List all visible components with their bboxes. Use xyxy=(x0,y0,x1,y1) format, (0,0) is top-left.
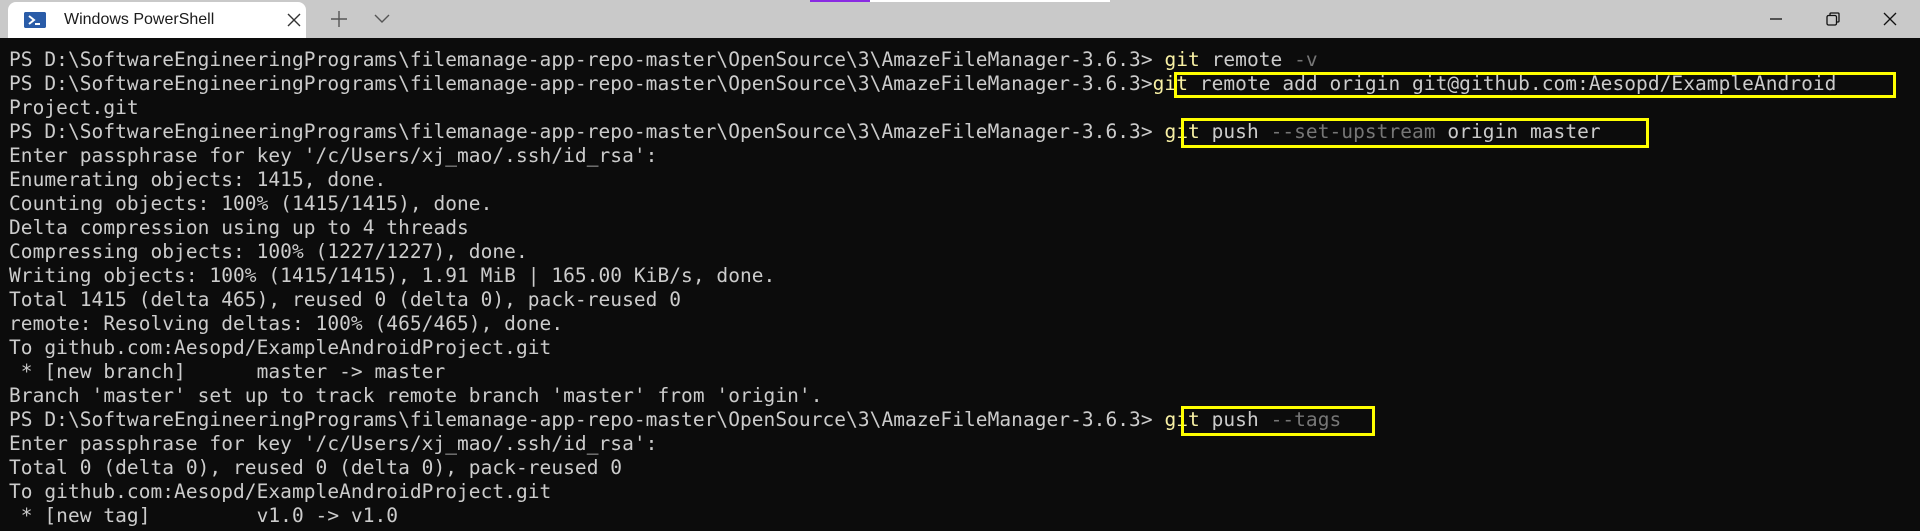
output-line: Delta compression using up to 4 threads xyxy=(9,216,469,239)
output-line: Branch 'master' set up to track remote b… xyxy=(9,384,823,407)
output-line: Total 1415 (delta 465), reused 0 (delta … xyxy=(9,288,682,311)
command-args: origin master xyxy=(1435,120,1601,143)
command-exe: git xyxy=(1164,48,1200,71)
prompt: PS D:\SoftwareEngineeringPrograms\filema… xyxy=(9,408,1153,431)
terminal-line: PS D:\SoftwareEngineeringPrograms\filema… xyxy=(9,408,1341,432)
command-param: --set-upstream xyxy=(1270,120,1436,143)
command-wrap: Project.git xyxy=(9,96,139,119)
chevron-down-icon[interactable] xyxy=(372,11,392,27)
output-line: * [new branch] master -> master xyxy=(9,360,446,383)
output-line: Compressing objects: 100% (1227/1227), d… xyxy=(9,240,528,263)
command-args: remote xyxy=(1199,48,1295,71)
command-param: -v xyxy=(1294,48,1318,71)
output-line: Enter passphrase for key '/c/Users/xj_ma… xyxy=(9,432,658,455)
accent-strip xyxy=(810,0,870,2)
terminal-line: Project.git xyxy=(9,96,139,120)
output-line: Counting objects: 100% (1415/1415), done… xyxy=(9,192,493,215)
tab-title: Windows PowerShell xyxy=(64,11,215,28)
command-exe: git xyxy=(1164,120,1200,143)
scrollbar[interactable] xyxy=(1908,38,1920,531)
command-exe: git xyxy=(1164,408,1200,431)
terminal-line: PS D:\SoftwareEngineeringPrograms\filema… xyxy=(9,120,1601,144)
prompt: PS D:\SoftwareEngineeringPrograms\filema… xyxy=(9,72,1153,95)
close-button[interactable] xyxy=(1862,0,1918,38)
prompt: PS D:\SoftwareEngineeringPrograms\filema… xyxy=(9,48,1153,71)
command-args: push xyxy=(1199,408,1271,431)
output-line: remote: Resolving deltas: 100% (465/465)… xyxy=(9,312,564,335)
output-line: To github.com:Aesopd/ExampleAndroidProje… xyxy=(9,480,552,503)
command-args: push xyxy=(1199,120,1271,143)
output-line: Enumerating objects: 1415, done. xyxy=(9,168,387,191)
output-line: To github.com:Aesopd/ExampleAndroidProje… xyxy=(9,336,552,359)
title-bar: Windows PowerShell xyxy=(0,0,1920,38)
tab-windows-powershell[interactable]: Windows PowerShell xyxy=(8,2,306,38)
output-line: * [new tag] v1.0 -> v1.0 xyxy=(9,504,399,527)
terminal-output[interactable]: PS D:\SoftwareEngineeringPrograms\filema… xyxy=(0,38,1920,531)
minimize-button[interactable] xyxy=(1748,0,1804,38)
plus-icon[interactable] xyxy=(329,9,349,29)
maximize-button[interactable] xyxy=(1805,0,1861,38)
minimize-icon xyxy=(1770,18,1782,20)
restore-icon xyxy=(1826,12,1840,26)
output-line: Enter passphrase for key '/c/Users/xj_ma… xyxy=(9,144,658,167)
close-icon[interactable] xyxy=(286,12,302,28)
command-param: --tags xyxy=(1270,408,1342,431)
command-exe: git xyxy=(1152,72,1189,95)
terminal-line: PS D:\SoftwareEngineeringPrograms\filema… xyxy=(9,48,1318,72)
output-line: Writing objects: 100% (1415/1415), 1.91 … xyxy=(9,264,776,287)
terminal-line: PS D:\SoftwareEngineeringPrograms\filema… xyxy=(9,72,1836,96)
prompt: PS D:\SoftwareEngineeringPrograms\filema… xyxy=(9,120,1153,143)
close-icon xyxy=(1883,12,1897,26)
powershell-icon xyxy=(24,12,46,28)
accent-strip xyxy=(870,0,1110,2)
output-line: Total 0 (delta 0), reused 0 (delta 0), p… xyxy=(9,456,623,479)
command-args: remote add origin git@github.com:Aesopd/… xyxy=(1188,72,1837,95)
